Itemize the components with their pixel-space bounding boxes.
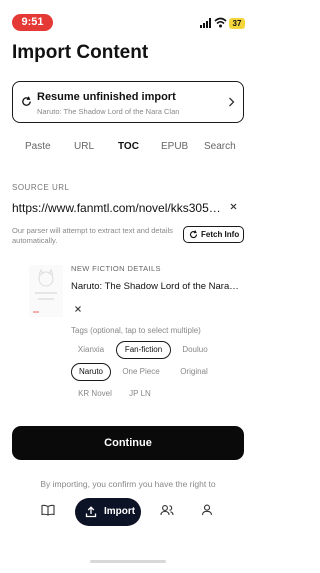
tag-chip[interactable]: Naruto xyxy=(71,363,111,381)
home-indicator xyxy=(90,560,166,563)
tag-chip[interactable]: Fan-fiction xyxy=(116,341,171,359)
tags-label: Tags (optional, tap to select multiple) xyxy=(71,326,201,335)
close-icon xyxy=(75,306,81,312)
wifi-icon xyxy=(214,17,227,28)
refresh-icon xyxy=(22,96,31,106)
upload-icon xyxy=(85,506,97,518)
page-title: Import Content xyxy=(12,42,149,63)
source-url-label: SOURCE URL xyxy=(12,183,70,192)
fetch-info-label: Fetch Info xyxy=(201,230,240,239)
rights-disclaimer: By importing, you confirm you have the r… xyxy=(40,479,216,489)
tag-chip[interactable]: Xianxia xyxy=(70,341,112,359)
tag-chip[interactable]: Original xyxy=(173,363,215,381)
tab-paste[interactable]: Paste xyxy=(25,141,51,152)
tab-epub[interactable]: EPUB xyxy=(161,141,188,152)
import-nav-button[interactable]: Import xyxy=(75,498,141,526)
import-nav-label: Import xyxy=(104,506,136,517)
tab-toc[interactable]: TOC xyxy=(118,141,139,152)
resume-import-card[interactable]: Resume unfinished import Naruto: The Sha… xyxy=(12,81,244,123)
book-icon[interactable] xyxy=(41,504,55,516)
fetch-info-button[interactable]: Fetch Info xyxy=(183,226,244,243)
tag-chip[interactable]: One Piece xyxy=(117,363,165,381)
new-fiction-label: NEW FICTION DETAILS xyxy=(71,264,161,273)
user-icon[interactable] xyxy=(201,504,213,516)
import-tabs: Paste URL TOC EPUB Search xyxy=(12,141,244,157)
close-icon xyxy=(230,203,237,210)
users-icon[interactable] xyxy=(160,504,174,516)
status-time: 9:51 xyxy=(12,14,53,31)
parser-helper-text: Our parser will attempt to extract text … xyxy=(12,226,173,245)
resume-title: Resume unfinished import xyxy=(37,91,176,103)
remove-cover-button[interactable] xyxy=(75,304,81,314)
tab-search[interactable]: Search xyxy=(204,141,236,152)
tag-chip[interactable]: Douluo xyxy=(175,341,215,359)
tab-url[interactable]: URL xyxy=(74,141,94,152)
source-url-input[interactable]: https://www.fanmtl.com/novel/kks30576... xyxy=(12,201,227,215)
continue-button[interactable]: Continue xyxy=(12,426,244,460)
cover-thumbnail xyxy=(29,265,63,317)
refresh-icon xyxy=(189,230,198,239)
resume-subtitle: Naruto: The Shadow Lord of the Nara Clan xyxy=(37,107,180,116)
battery-level: 37 xyxy=(229,18,245,29)
signal-icon xyxy=(200,18,211,28)
tag-chip[interactable]: JP LN xyxy=(124,385,156,403)
tag-chip[interactable]: KR Novel xyxy=(74,385,116,403)
status-bar: 9:51 37 xyxy=(0,0,256,36)
chevron-right-icon xyxy=(229,97,235,107)
clear-url-button[interactable] xyxy=(230,202,237,213)
fiction-title-input[interactable]: Naruto: The Shadow Lord of the Nara C... xyxy=(71,281,241,292)
